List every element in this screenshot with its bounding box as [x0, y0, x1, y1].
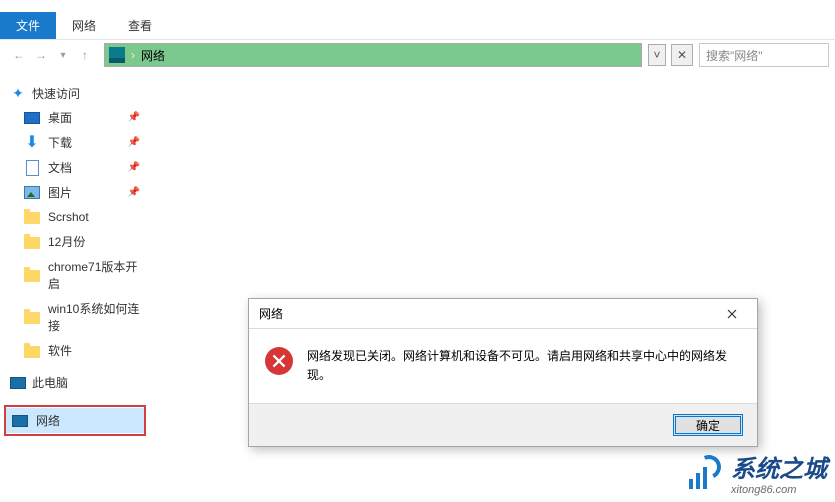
forward-button[interactable]: → — [32, 46, 50, 64]
sidebar-item-documents[interactable]: 文档 📌 — [4, 155, 146, 180]
dialog-close-button[interactable] — [717, 304, 747, 324]
sidebar-item-december[interactable]: 12月份 — [4, 229, 146, 254]
sidebar-item-win10[interactable]: win10系统如何连接 — [4, 296, 146, 338]
ribbon-tab-view[interactable]: 查看 — [112, 12, 168, 39]
back-button[interactable]: ← — [10, 46, 28, 64]
close-icon — [727, 309, 737, 319]
document-icon — [26, 160, 39, 176]
address-text: 网络 — [141, 47, 165, 64]
folder-icon — [24, 237, 40, 249]
pictures-icon — [24, 186, 40, 199]
sidebar-item-downloads[interactable]: ⬇ 下载 📌 — [4, 130, 146, 155]
search-placeholder: 搜索"网络" — [706, 47, 763, 64]
up-button[interactable]: ↑ — [76, 46, 94, 64]
recent-dropdown[interactable]: ▾ — [54, 46, 72, 64]
sidebar-item-pictures[interactable]: 图片 📌 — [4, 180, 146, 205]
nav-buttons: ← → ▾ ↑ — [6, 46, 98, 64]
dialog-footer: 确定 — [249, 403, 757, 446]
ribbon-tab-file[interactable]: 文件 — [0, 12, 56, 39]
title-bar — [0, 0, 835, 12]
dialog-title-text: 网络 — [259, 305, 283, 322]
error-icon — [265, 347, 293, 375]
pin-icon: 📌 — [128, 187, 140, 198]
search-input[interactable]: 搜索"网络" — [699, 43, 829, 67]
annotation-highlight: 网络 — [4, 405, 146, 436]
watermark-title: 系统之城 — [731, 449, 827, 484]
address-row: ← → ▾ ↑ › 网络 ˅ ✕ 搜索"网络" — [0, 40, 835, 70]
computer-icon — [10, 377, 26, 389]
watermark-logo-icon — [683, 453, 723, 493]
pin-icon: 📌 — [128, 137, 140, 148]
download-icon: ⬇ — [24, 135, 40, 151]
quick-access-header[interactable]: ✦ 快速访问 — [4, 82, 146, 105]
sidebar-item-scrshot[interactable]: Scrshot — [4, 205, 146, 229]
watermark-url: xitong86.com — [731, 484, 827, 496]
dialog-titlebar: 网络 — [249, 299, 757, 329]
ribbon-tab-network[interactable]: 网络 — [56, 12, 112, 39]
sidebar-item-software[interactable]: 软件 — [4, 338, 146, 363]
address-history-dropdown[interactable]: ˅ — [648, 44, 666, 66]
dialog-message: 网络发现已关闭。网络计算机和设备不可见。请启用网络和共享中心中的网络发现。 — [307, 347, 741, 385]
network-icon — [12, 415, 28, 427]
ok-button[interactable]: 确定 — [673, 414, 743, 436]
sidebar-item-network[interactable]: 网络 — [6, 408, 144, 433]
network-location-icon — [109, 47, 125, 63]
desktop-icon — [24, 112, 40, 124]
sidebar-item-this-pc[interactable]: 此电脑 — [4, 371, 146, 394]
sidebar-item-desktop[interactable]: 桌面 📌 — [4, 105, 146, 130]
pin-icon: 📌 — [128, 162, 140, 173]
network-discovery-dialog: 网络 网络发现已关闭。网络计算机和设备不可见。请启用网络和共享中心中的网络发现。… — [248, 298, 758, 447]
folder-icon — [24, 212, 40, 224]
dialog-body: 网络发现已关闭。网络计算机和设备不可见。请启用网络和共享中心中的网络发现。 — [249, 329, 757, 403]
star-icon: ✦ — [10, 86, 26, 102]
pin-icon: 📌 — [128, 112, 140, 123]
folder-icon — [24, 270, 40, 282]
folder-icon — [24, 312, 40, 324]
watermark: 系统之城 xitong86.com — [683, 449, 827, 496]
navigation-pane: ✦ 快速访问 桌面 📌 ⬇ 下载 📌 文档 📌 图片 📌 Scrshot — [0, 70, 150, 502]
address-bar[interactable]: › 网络 — [104, 43, 642, 67]
ribbon-tabs: 文件 网络 查看 — [0, 12, 835, 40]
chevron-right-icon: › — [131, 48, 135, 62]
refresh-button[interactable]: ✕ — [671, 44, 693, 66]
sidebar-item-chrome71[interactable]: chrome71版本开启 — [4, 254, 146, 296]
folder-icon — [24, 346, 40, 358]
